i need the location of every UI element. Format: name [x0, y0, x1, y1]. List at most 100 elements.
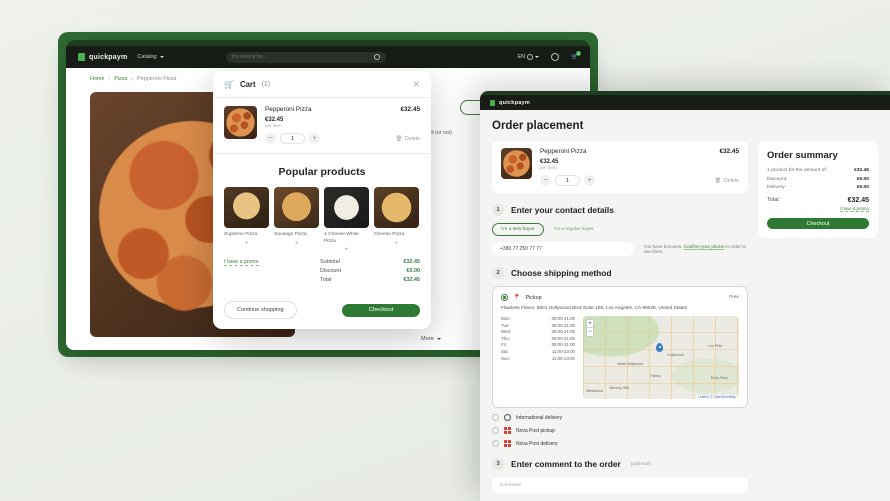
logo-mark-icon: [490, 99, 495, 106]
order-checkout-button[interactable]: Checkout: [767, 218, 869, 229]
brand-name: quickpaym: [499, 99, 531, 106]
popular-product-name: Supremo Pizza: [224, 232, 258, 237]
map-zoom-out-button[interactable]: −: [587, 328, 593, 336]
pickup-option-card[interactable]: 📍 Pickup Free Flawless Flavor, 6801 Holl…: [492, 286, 748, 408]
delete-item-button[interactable]: 🗑 Delete: [714, 178, 739, 184]
cart-checkout-button[interactable]: Checkout: [342, 303, 420, 317]
nova-post-pickup-radio[interactable]: [492, 427, 499, 434]
delete-label: Delete: [405, 135, 420, 142]
summary-value: €0.00: [856, 185, 869, 190]
popular-product-image: [274, 187, 319, 228]
totals-row: Total €32.45: [320, 277, 420, 283]
international-delivery-radio[interactable]: [492, 414, 499, 421]
quantity-increase-button[interactable]: +: [309, 133, 320, 144]
step-label: Enter comment to the order: [511, 459, 621, 469]
hours-time: 09:00-21:00: [551, 316, 575, 321]
quantity-decrease-button[interactable]: −: [265, 133, 276, 144]
quantity-decrease-button[interactable]: −: [540, 175, 551, 186]
quantity-increase-button[interactable]: +: [584, 175, 595, 186]
shipping-option-international[interactable]: International delivery: [492, 414, 748, 421]
popular-products-title: Popular products: [278, 166, 366, 178]
step-optional-label: (optional): [630, 461, 651, 467]
popular-product-name: Sausage Pizza: [274, 232, 307, 237]
summary-total-value: €32.45: [847, 197, 869, 204]
pickup-location-map[interactable]: + − West Hollywood Hollywood Los Feliz F…: [583, 316, 739, 399]
quantity-value[interactable]: 1: [280, 133, 305, 144]
shipping-option-nova-post-delivery[interactable]: Nova Post delivery: [492, 440, 748, 447]
order-window-header: quickpaym: [480, 95, 890, 110]
hours-row: Sun: 11:00-23:00: [501, 356, 575, 361]
close-icon[interactable]: ✕: [412, 80, 420, 89]
map-label: Los Feliz: [707, 344, 723, 349]
map-zoom-in-button[interactable]: +: [587, 320, 593, 328]
totals-label: Total: [320, 277, 332, 284]
search-input[interactable]: I'm looking for...: [225, 51, 386, 63]
hours-time: 11:00-23:00: [551, 355, 575, 361]
add-to-cart-icon[interactable]: +: [374, 241, 419, 247]
order-product-total-price: €32.45: [719, 148, 739, 155]
contact-row: +380 77 250 77 77 You have bonuses. Conf…: [492, 242, 748, 256]
pickup-radio[interactable]: [501, 294, 508, 301]
hours-row: Mon: 09:00-21:00: [501, 316, 575, 321]
order-product-title-row: Pepperoni Pizza €32.45: [540, 148, 739, 155]
logo-mark-icon: [78, 53, 85, 61]
confirm-phone-link[interactable]: Confirm your phone: [683, 244, 725, 250]
nova-post-delivery-radio[interactable]: [492, 440, 499, 447]
step-number: 1: [492, 204, 504, 216]
popular-product-name: 4 Cheese White Pizza: [324, 232, 359, 244]
cart-quantity-stepper: − 1 + 🗑 Delete: [265, 133, 420, 144]
account-icon[interactable]: [551, 53, 560, 61]
step-number: 3: [492, 458, 504, 470]
brand-logo[interactable]: quickpaym: [78, 53, 127, 61]
map-label: West Hollywood: [617, 362, 644, 367]
pickup-price-label: Free: [729, 295, 739, 300]
cart-button[interactable]: 🛒 1: [571, 51, 581, 60]
pickup-option-header: 📍 Pickup Free: [501, 294, 739, 301]
nav-catalog-label: Catalog: [137, 54, 157, 60]
popular-product-card[interactable]: 4 Cheese White Pizza +: [324, 187, 369, 253]
order-product-card: Pepperoni Pizza €32.45 €32.45 per item −…: [492, 141, 748, 193]
breadcrumb-home[interactable]: Home: [90, 76, 104, 82]
totals-value: €32.45: [403, 259, 421, 266]
delete-label: Delete: [724, 177, 739, 184]
popular-product-card[interactable]: Cheese Pizza +: [374, 187, 419, 253]
globe-icon: [527, 54, 534, 60]
map-zoom-controls: + −: [586, 319, 594, 337]
cart-item-count: (1): [261, 81, 271, 88]
breadcrumb-pizza[interactable]: Pizza: [114, 76, 127, 82]
add-to-cart-icon[interactable]: +: [274, 241, 319, 247]
language-label: EN: [517, 54, 526, 60]
cart-count-badge: 1: [576, 51, 581, 56]
trash-icon: 🗑: [714, 177, 721, 184]
shipping-option-nova-post-pickup[interactable]: Nova Post pickup: [492, 427, 748, 434]
tab-new-buyer[interactable]: I'm a new buyer: [492, 223, 544, 236]
popular-product-image: [374, 187, 419, 228]
summary-promo-link[interactable]: I have a promo: [839, 206, 869, 212]
comment-input[interactable]: Comment: [492, 477, 748, 493]
continue-shopping-button[interactable]: Continue shopping: [224, 301, 297, 319]
delete-item-button[interactable]: 🗑 Delete: [395, 136, 420, 142]
totals-label: Subtotal: [320, 259, 340, 266]
more-label: More: [421, 336, 434, 342]
more-button[interactable]: More: [421, 336, 441, 342]
popular-product-card[interactable]: Sausage Pizza +: [274, 187, 319, 253]
cart-icon: 🛒: [224, 80, 234, 89]
add-to-cart-icon[interactable]: +: [224, 241, 269, 247]
tab-regular-buyer[interactable]: I'm a regular buyer: [552, 224, 596, 235]
search-placeholder: I'm looking for...: [231, 54, 267, 60]
popular-product-card[interactable]: Supremo Pizza +: [224, 187, 269, 253]
quantity-value[interactable]: 1: [555, 175, 580, 186]
opening-hours-table: Mon: 09:00-21:00 Tue: 09:00-21:00 Wed: 09:0…: [501, 316, 575, 399]
language-selector[interactable]: EN: [518, 54, 540, 60]
bonus-note: You have bonuses. Confirm your phone in …: [644, 244, 748, 254]
promo-link[interactable]: I have a promo: [224, 259, 259, 267]
popular-product-image: [224, 187, 269, 228]
totals-label: Discount: [320, 268, 341, 275]
hours-day: Thu:: [501, 335, 510, 341]
map-attribution[interactable]: Leaflet | © OpenStreetMap: [696, 395, 738, 399]
phone-input[interactable]: +380 77 250 77 77: [492, 242, 634, 256]
nav-catalog[interactable]: Catalog: [137, 54, 164, 60]
nova-post-icon: [504, 440, 511, 447]
summary-label: 1 product for the amount of:: [767, 168, 828, 173]
nova-post-icon: [504, 427, 511, 434]
